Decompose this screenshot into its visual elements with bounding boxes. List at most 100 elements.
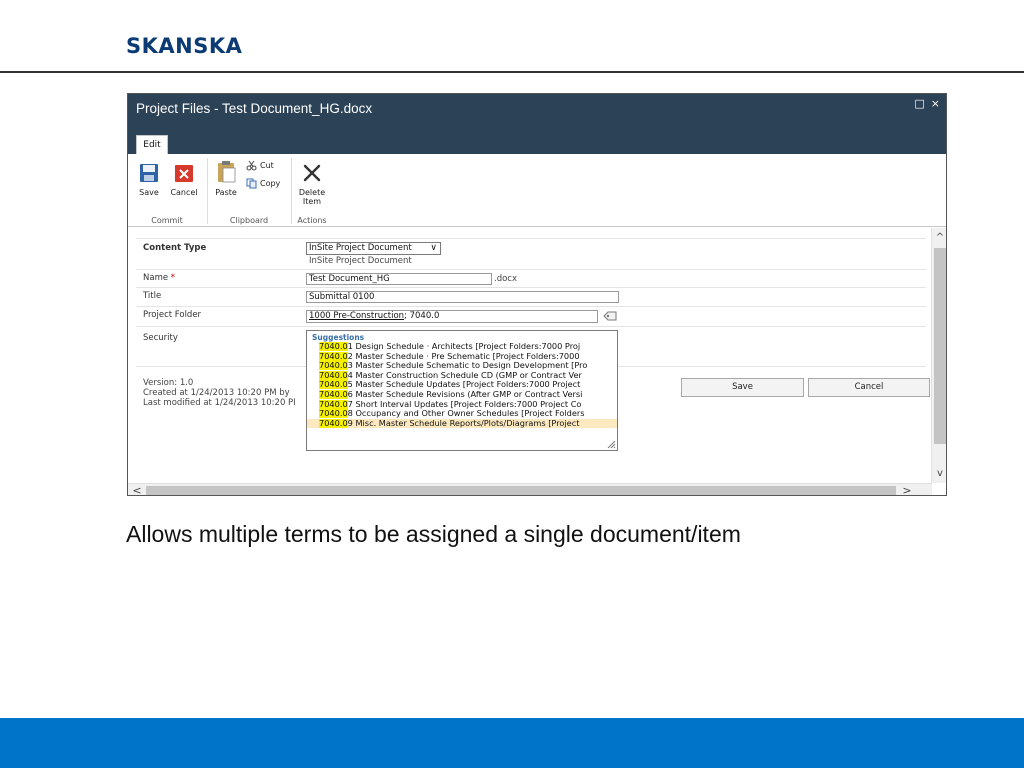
suggestion-item[interactable]: 7040.01 Design Schedule · Architects [Pr… bbox=[307, 342, 617, 352]
cancel-form-button[interactable]: Cancel bbox=[808, 378, 930, 397]
cancel-icon bbox=[175, 165, 193, 182]
suggestion-text: 2 Master Schedule · Pre Schematic [Proje… bbox=[347, 351, 580, 361]
skanska-logo: SKANSKA bbox=[126, 34, 243, 58]
content-type-value: InSite Project Document bbox=[309, 243, 412, 253]
tab-edit[interactable]: Edit bbox=[136, 135, 168, 154]
ribbon-group-commit: Save Cancel Commit bbox=[128, 154, 206, 227]
copy-icon bbox=[246, 178, 257, 189]
save-button[interactable]: Save bbox=[134, 162, 164, 197]
delete-x-icon bbox=[303, 164, 321, 182]
security-label: Security bbox=[143, 333, 178, 343]
version-text: Version: 1.0 bbox=[143, 378, 194, 388]
slide-caption: Allows multiple terms to be assigned a s… bbox=[126, 521, 741, 547]
resize-grip-icon[interactable] bbox=[607, 440, 616, 449]
scroll-down-icon[interactable]: v bbox=[934, 467, 946, 481]
suggestions-header: Suggestions bbox=[312, 333, 365, 342]
suggestions-dropdown: Suggestions 7040.01 Design Schedule · Ar… bbox=[306, 330, 618, 451]
cut-button[interactable]: Cut bbox=[246, 160, 274, 171]
scroll-up-icon[interactable]: ^ bbox=[934, 231, 946, 245]
match-highlight: 7040.0 bbox=[319, 351, 348, 361]
content-type-label: Content Type bbox=[143, 243, 207, 253]
suggestion-text: 9 Misc. Master Schedule Reports/Plots/Di… bbox=[347, 418, 580, 428]
suggestion-item[interactable]: 7040.08 Occupancy and Other Owner Schedu… bbox=[307, 409, 617, 419]
cancel-ribbon-button[interactable]: Cancel bbox=[168, 162, 200, 197]
save-form-button[interactable]: Save bbox=[681, 378, 804, 397]
name-label: Name * bbox=[143, 273, 176, 283]
ribbon-group-actions: Delete Item Actions bbox=[292, 154, 332, 227]
scroll-right-icon[interactable]: > bbox=[900, 484, 914, 495]
copy-label: Copy bbox=[260, 179, 281, 188]
name-extension: .docx bbox=[494, 274, 518, 284]
suggestions-list: 7040.01 Design Schedule · Architects [Pr… bbox=[307, 342, 617, 429]
window-controls: □ × bbox=[914, 97, 940, 110]
title-input[interactable]: Submittal 0100 bbox=[306, 291, 619, 303]
match-highlight: 7040.0 bbox=[319, 409, 348, 419]
modified-text: Last modified at 1/24/2013 10:20 PI bbox=[143, 398, 296, 408]
paste-icon bbox=[218, 161, 236, 183]
slide: SKANSKA Project Files - Test Document_HG… bbox=[0, 0, 1024, 768]
header-divider bbox=[0, 71, 1024, 73]
suggestion-item[interactable]: 7040.09 Misc. Master Schedule Reports/Pl… bbox=[307, 418, 617, 429]
suggestion-item[interactable]: 7040.05 Master Schedule Updates [Project… bbox=[307, 380, 617, 390]
cancel-label: Cancel bbox=[170, 188, 198, 197]
delete-item-button[interactable]: Delete Item bbox=[296, 162, 328, 206]
name-input[interactable]: Test Document_HG bbox=[306, 273, 492, 285]
suggestion-text: 1 Design Schedule · Architects [Project … bbox=[347, 342, 581, 351]
project-folder-input[interactable]: 1000 Pre-Construction; 7040.0 bbox=[306, 310, 598, 323]
created-text: Created at 1/24/2013 10:20 PM by bbox=[143, 388, 290, 398]
content-type-select[interactable]: InSite Project Document ∨ bbox=[306, 242, 441, 255]
match-highlight: 7040.0 bbox=[319, 389, 348, 399]
match-highlight: 7040.0 bbox=[319, 380, 348, 390]
suggestion-item[interactable]: 7040.03 Master Schedule Schematic to Des… bbox=[307, 361, 617, 371]
delete-label-2: Item bbox=[302, 197, 322, 206]
footer-band bbox=[0, 718, 1024, 768]
save-label: Save bbox=[139, 188, 159, 197]
group-commit-label: Commit bbox=[151, 216, 183, 225]
vertical-scrollbar[interactable]: ^ v bbox=[931, 228, 946, 483]
suggestion-text: 3 Master Schedule Schematic to Design De… bbox=[347, 361, 588, 371]
suggestion-text: 8 Occupancy and Other Owner Schedules [P… bbox=[347, 409, 585, 419]
folder-term[interactable]: 1000 Pre-Construction bbox=[309, 311, 404, 321]
horizontal-scroll-thumb[interactable] bbox=[146, 486, 896, 495]
copy-button[interactable]: Copy bbox=[246, 178, 280, 189]
chevron-down-icon: ∨ bbox=[430, 243, 437, 253]
paste-button[interactable]: Paste bbox=[212, 160, 240, 197]
suggestion-item[interactable]: 7040.02 Master Schedule · Pre Schematic … bbox=[307, 351, 617, 362]
dialog-title: Project Files - Test Document_HG.docx bbox=[136, 101, 373, 116]
suggestion-text: 6 Master Schedule Revisions (After GMP o… bbox=[347, 389, 583, 399]
close-icon[interactable]: × bbox=[931, 97, 940, 110]
content-type-description: InSite Project Document bbox=[309, 256, 412, 266]
suggestion-item[interactable]: 7040.04 Master Construction Schedule CD … bbox=[307, 370, 617, 381]
browse-tags-icon[interactable] bbox=[602, 310, 618, 322]
delete-label-1: Delete bbox=[298, 188, 326, 197]
suggestion-text: 5 Master Schedule Updates [Project Folde… bbox=[347, 380, 581, 390]
title-label: Title bbox=[143, 291, 162, 301]
suggestion-text: 4 Master Construction Schedule CD (GMP o… bbox=[347, 370, 582, 380]
group-clipboard-label: Clipboard bbox=[229, 216, 269, 225]
vertical-scroll-thumb[interactable] bbox=[934, 248, 946, 444]
cut-label: Cut bbox=[260, 161, 274, 170]
ribbon-group-clipboard: Paste Cut Copy Clipboard bbox=[208, 154, 290, 227]
suggestion-text: 7 Short Interval Updates [Project Folder… bbox=[347, 399, 582, 409]
ribbon: Save Cancel Commit Paste Cut Copy Clipbo… bbox=[128, 154, 946, 227]
match-highlight: 7040.0 bbox=[319, 399, 348, 409]
paste-label: Paste bbox=[215, 188, 237, 197]
match-highlight: 7040.0 bbox=[319, 370, 348, 380]
row-name: Name * Test Document_HG .docx bbox=[136, 269, 926, 287]
project-folder-label: Project Folder bbox=[143, 310, 202, 320]
horizontal-scrollbar[interactable]: < > bbox=[128, 483, 932, 495]
match-highlight: 7040.0 bbox=[319, 342, 348, 351]
maximize-icon[interactable]: □ bbox=[914, 97, 924, 110]
suggestion-item[interactable]: 7040.06 Master Schedule Revisions (After… bbox=[307, 389, 617, 400]
save-icon bbox=[140, 164, 158, 182]
dialog-titlebar: Project Files - Test Document_HG.docx □ … bbox=[128, 94, 946, 154]
row-title: Title Submittal 0100 bbox=[136, 287, 926, 306]
match-highlight: 7040.0 bbox=[319, 418, 348, 428]
folder-typed-text: ; 7040.0 bbox=[404, 311, 440, 321]
scissors-icon bbox=[246, 160, 257, 171]
scroll-left-icon[interactable]: < bbox=[130, 484, 144, 495]
suggestion-item[interactable]: 7040.07 Short Interval Updates [Project … bbox=[307, 399, 617, 410]
match-highlight: 7040.0 bbox=[319, 361, 348, 371]
group-actions-label: Actions bbox=[297, 216, 327, 225]
row-content-type: Content Type InSite Project Document ∨ I… bbox=[136, 238, 926, 269]
